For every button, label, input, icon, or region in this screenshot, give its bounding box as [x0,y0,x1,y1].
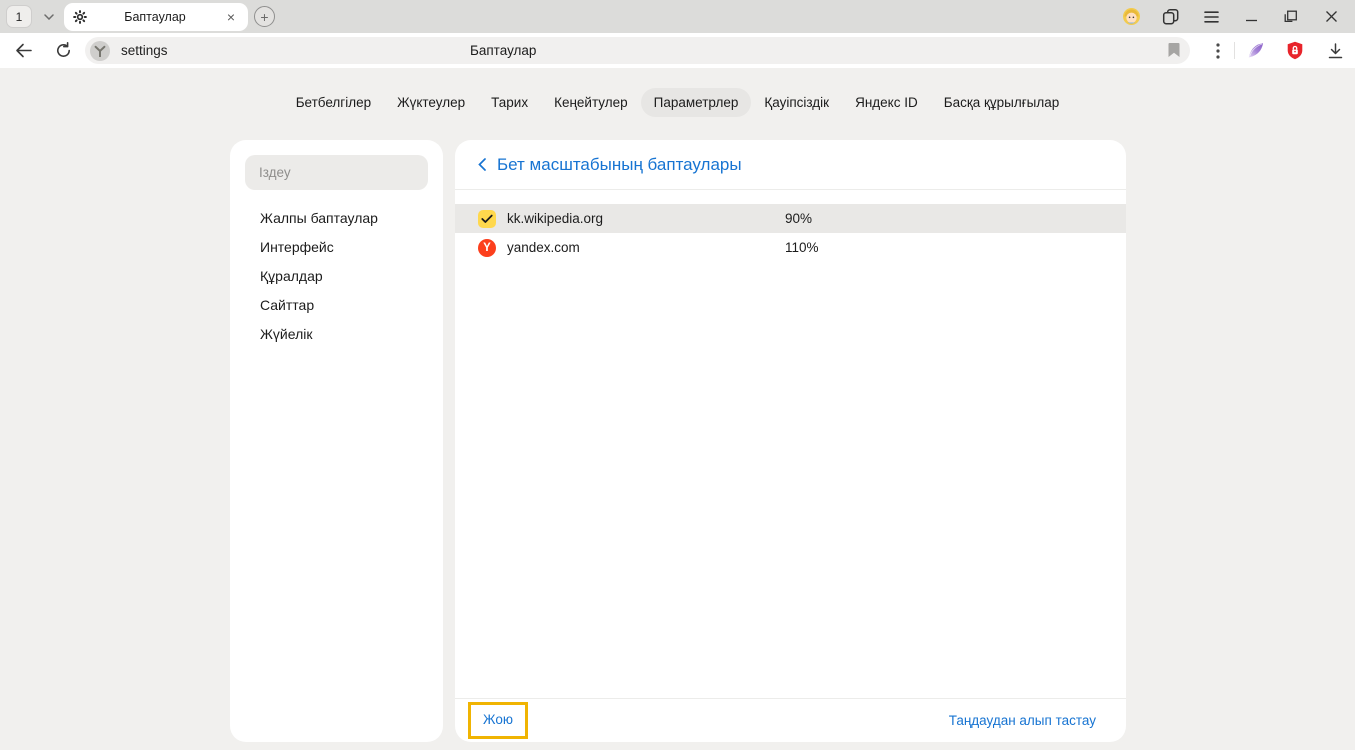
delete-button[interactable]: Жою [483,712,513,727]
sidebar-item-system[interactable]: Жүйелік [230,319,443,348]
new-tab-button[interactable]: + [254,6,275,27]
sidebar-item-general[interactable]: Жалпы баптаулар [230,203,443,232]
reload-icon[interactable] [48,36,78,65]
tab-history[interactable]: Тарих [478,88,541,117]
tab-yandex-id[interactable]: Яндекс ID [842,88,931,117]
chevron-left-icon [478,158,486,171]
site-zoom-list: kk.wikipedia.org 90% Y yandex.com 110% [455,204,1126,262]
settings-sidebar: Жалпы баптаулар Интерфейс Құралдар Сайтт… [230,140,443,742]
page-title: Бет масштабының баптаулары [497,155,742,175]
chevron-down-icon[interactable] [38,9,60,25]
address-bar-page-title: Баптаулар [470,37,536,64]
checkbox-checked-icon[interactable] [478,210,496,228]
back-icon[interactable] [8,36,38,65]
minimize-icon[interactable] [1231,0,1271,33]
page-zoom-settings-panel: Бет масштабының баптаулары kk.wikipedia.… [455,140,1126,742]
close-icon[interactable] [1311,0,1351,33]
tab-extensions[interactable]: Кеңейтулер [541,88,641,117]
tab-title: Баптаулар [87,10,223,24]
delete-button-highlight: Жою [468,702,528,739]
table-row-yandex[interactable]: Y yandex.com 110% [455,233,1126,262]
shield-lock-icon[interactable] [1275,33,1315,68]
kebab-icon[interactable] [1202,33,1234,68]
tab-other-devices[interactable]: Басқа құрылғылар [931,88,1073,117]
tab-security[interactable]: Қауіпсіздік [751,88,842,117]
search-input[interactable] [245,155,428,190]
gear-icon [73,10,87,24]
browser-toolbar: settings Баптаулар [0,33,1355,68]
site-name: kk.wikipedia.org [507,211,603,226]
tab-bookmarks[interactable]: Бетбелгілер [283,88,384,117]
tab-close-icon[interactable]: × [223,9,239,25]
yandex-favicon-icon: Y [478,239,496,257]
back-header[interactable]: Бет масштабының баптаулары [455,140,1126,190]
tab-downloads[interactable]: Жүктеулер [384,88,478,117]
site-badge-icon [90,41,110,61]
feather-icon[interactable] [1235,33,1275,68]
sidebar-item-interface[interactable]: Интерфейс [230,232,443,261]
deselect-link[interactable]: Таңдаудан алып тастау [949,713,1096,728]
maximize-icon[interactable] [1271,0,1311,33]
settings-nav-tabs: Бетбелгілер Жүктеулер Тарих Кеңейтулер П… [0,88,1355,117]
zoom-value: 90% [785,211,812,226]
download-icon[interactable] [1315,33,1355,68]
tabs-panel-icon[interactable] [1151,0,1191,33]
tab-count-button[interactable]: 1 [6,5,32,28]
browser-tab-settings[interactable]: Баптаулар × [64,3,248,31]
sidebar-item-tools[interactable]: Құралдар [230,261,443,290]
zoom-value: 110% [785,240,819,255]
tab-count-label: 1 [16,10,23,24]
url-text: settings [121,43,168,58]
address-bar[interactable]: settings Баптаулар [85,37,1190,64]
site-name: yandex.com [507,240,580,255]
tab-strip: 1 Баптаулар × + [0,0,1355,33]
sidebar-item-sites[interactable]: Сайттар [230,290,443,319]
avatar[interactable] [1111,0,1151,33]
bookmark-icon[interactable] [1168,42,1180,58]
tab-settings[interactable]: Параметрлер [641,88,752,117]
menu-icon[interactable] [1191,0,1231,33]
panel-footer: Жою Таңдаудан алып тастау [455,698,1126,742]
table-row-wikipedia[interactable]: kk.wikipedia.org 90% [455,204,1126,233]
panel-spacer [455,262,1126,698]
